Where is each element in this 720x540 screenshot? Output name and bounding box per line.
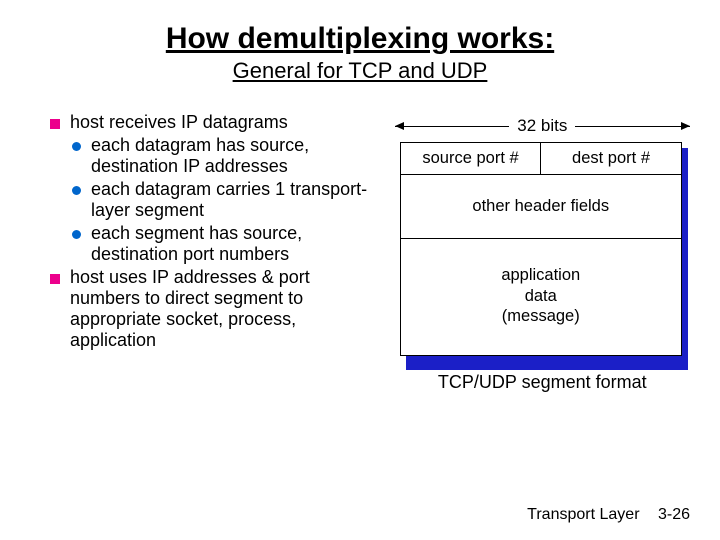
slide-footer: Transport Layer 3-26	[527, 506, 690, 524]
bullet-text: each segment has source, destination por…	[91, 223, 377, 265]
circle-bullet-icon	[72, 230, 81, 239]
bullet-text: each datagram has source, destination IP…	[91, 135, 377, 177]
app-data-line: (message)	[405, 306, 677, 327]
arrow-left-icon	[395, 126, 510, 127]
list-item: host receives IP datagrams	[50, 112, 377, 133]
bullet-text: host receives IP datagrams	[70, 112, 288, 133]
sub-list-item: each datagram has source, destination IP…	[72, 135, 377, 177]
diagram-column: 32 bits source port # dest port # other …	[395, 112, 690, 393]
slide-subtitle: General for TCP and UDP	[30, 58, 690, 84]
app-data-line: application	[405, 265, 677, 286]
other-header-cell: other header fields	[401, 175, 681, 239]
sub-list-item: each datagram carries 1 transport-layer …	[72, 179, 377, 221]
bullet-text: host uses IP addresses & port numbers to…	[70, 267, 377, 351]
app-data-cell: application data (message)	[401, 239, 681, 355]
bits-width-label: 32 bits	[395, 116, 690, 136]
bullet-list: host receives IP datagrams each datagram…	[30, 112, 377, 393]
footer-layer: Transport Layer	[527, 506, 639, 523]
circle-bullet-icon	[72, 186, 81, 195]
circle-bullet-icon	[72, 142, 81, 151]
square-bullet-icon	[50, 119, 60, 129]
sub-list-item: each segment has source, destination por…	[72, 223, 377, 265]
content-area: host receives IP datagrams each datagram…	[30, 112, 690, 393]
bits-text: 32 bits	[509, 116, 575, 136]
list-item: host uses IP addresses & port numbers to…	[50, 267, 377, 351]
dest-port-cell: dest port #	[541, 143, 681, 174]
slide-title: How demultiplexing works:	[30, 22, 690, 56]
segment-diagram: source port # dest port # other header f…	[400, 142, 685, 356]
arrow-right-icon	[575, 126, 690, 127]
square-bullet-icon	[50, 274, 60, 284]
segment-box: source port # dest port # other header f…	[400, 142, 682, 356]
source-port-cell: source port #	[401, 143, 542, 174]
bullet-text: each datagram carries 1 transport-layer …	[91, 179, 377, 221]
footer-page: 3-26	[658, 506, 690, 523]
ports-row: source port # dest port #	[401, 143, 681, 175]
diagram-caption: TCP/UDP segment format	[395, 372, 690, 393]
app-data-line: data	[405, 286, 677, 307]
